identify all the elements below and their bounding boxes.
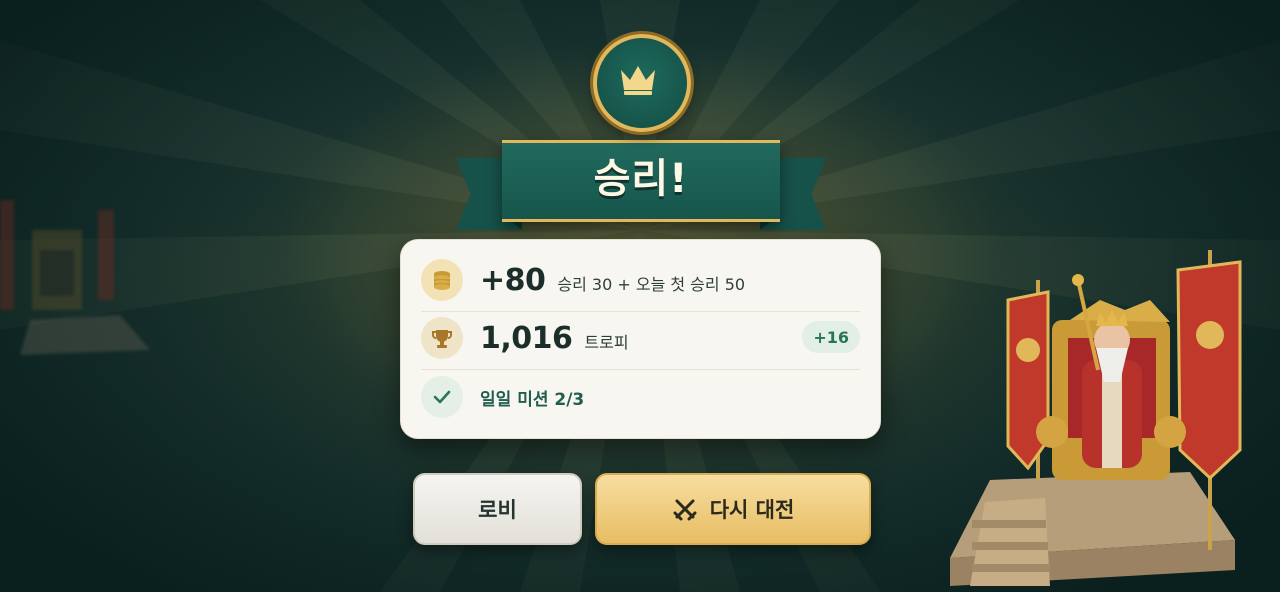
trophy-label: 트로피: [584, 333, 629, 352]
results-card: +80 승리 30 + 오늘 첫 승리 50 1,016 트로피 +16 일일 …: [400, 239, 881, 439]
crown-icon: [621, 66, 655, 95]
coin-detail: 승리 30 + 오늘 첫 승리 50: [557, 275, 746, 294]
trophy-delta-badge: +16: [802, 321, 860, 353]
king-on-throne: [950, 250, 1242, 586]
trophy-icon: [421, 317, 463, 359]
coin-stack-icon: [421, 259, 463, 301]
daily-mission-progress: 일일 미션 2/3: [480, 389, 585, 410]
rematch-button-label: 다시 대전: [709, 498, 795, 522]
distant-throne: [0, 200, 150, 355]
coin-reward-row: +80 승리 30 + 오늘 첫 승리 50: [421, 252, 860, 308]
trophy-count: 1,016: [480, 320, 573, 356]
check-icon: [421, 376, 463, 418]
victory-banner: 승리!: [456, 30, 826, 230]
page-title: 승리!: [593, 156, 689, 202]
coin-amount: +80: [480, 262, 546, 298]
crossed-swords-icon: [673, 499, 697, 521]
lobby-button[interactable]: 로비: [413, 473, 582, 545]
rematch-button[interactable]: 다시 대전: [595, 473, 871, 545]
lobby-button-label: 로비: [478, 498, 517, 522]
trophy-row: 1,016 트로피 +16: [421, 310, 860, 366]
crown-medal: [593, 34, 691, 132]
mission-row: 일일 미션 2/3: [421, 369, 860, 425]
